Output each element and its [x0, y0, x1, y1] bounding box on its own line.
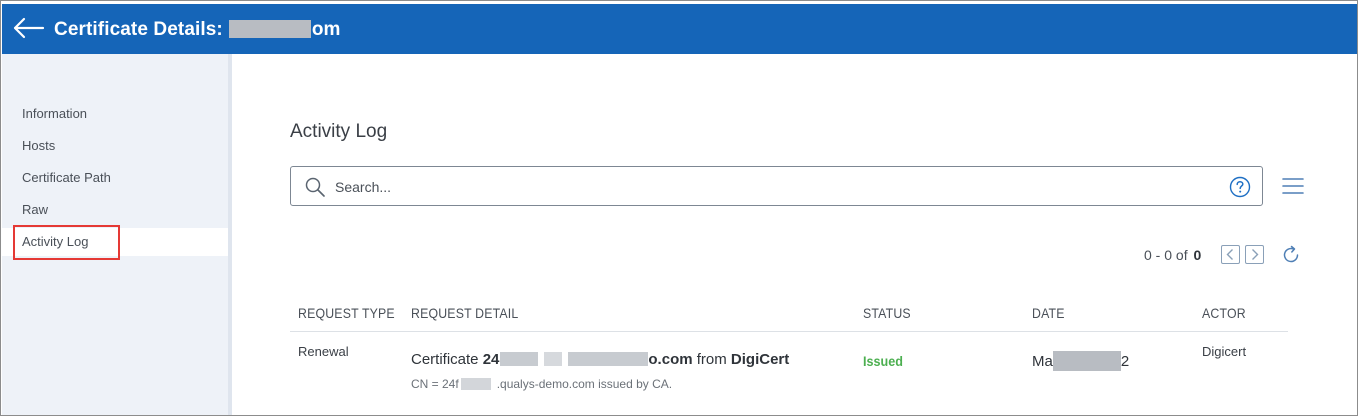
next-page-button[interactable]: [1245, 245, 1264, 264]
detail-prefix: Certificate: [411, 351, 479, 368]
redacted-block: [500, 352, 539, 366]
column-header-status[interactable]: STATUS: [863, 305, 911, 321]
sidebar-divider: [228, 54, 232, 415]
redacted-block: [460, 378, 491, 390]
title-prefix: Certificate Details:: [54, 19, 223, 40]
section-title: Activity Log: [290, 121, 388, 142]
redacted-block: [544, 352, 563, 366]
column-header-date[interactable]: DATE: [1032, 305, 1065, 321]
table-header-divider: [290, 331, 1288, 332]
date-start: Ma: [1032, 353, 1053, 370]
redacted-block: [1052, 351, 1121, 371]
detail-sub-prefix: CN = 24f: [411, 377, 459, 391]
chevron-left-icon: [1226, 249, 1233, 260]
search-icon: [305, 177, 325, 197]
detail-domain-end: o.com: [648, 351, 693, 368]
title-suffix: om: [311, 19, 341, 40]
search-input[interactable]: [335, 176, 1215, 198]
pager-range: 0 - 0 of: [1144, 247, 1188, 263]
search-box: [290, 166, 1263, 206]
sidebar-item-information[interactable]: Information: [2, 100, 228, 128]
date-end: 2: [1120, 353, 1130, 370]
redacted-block: [568, 352, 649, 366]
detail-sub-suffix: .qualys-demo.com issued by CA.: [496, 377, 673, 391]
back-button[interactable]: [12, 16, 46, 42]
pager-total: 0: [1193, 247, 1202, 263]
request-detail-cell: Certificate 24 o.com from DigiCert: [411, 351, 789, 368]
sidebar-item-certificate-path[interactable]: Certificate Path: [2, 164, 228, 192]
page-title: Certificate Details: om: [54, 19, 341, 41]
column-header-request-detail[interactable]: REQUEST DETAIL: [411, 305, 518, 321]
help-icon[interactable]: [1229, 176, 1251, 198]
chevron-right-icon: [1252, 249, 1259, 260]
actor-cell: Digicert: [1202, 344, 1247, 359]
request-detail-subtext: CN = 24f .qualys-demo.com issued by CA.: [411, 377, 672, 391]
date-cell: Ma 2: [1032, 351, 1129, 371]
hamburger-menu-icon[interactable]: [1282, 177, 1304, 195]
highlight-box: [13, 225, 120, 260]
column-header-actor[interactable]: ACTOR: [1202, 305, 1246, 321]
status-badge: Issued: [863, 353, 903, 369]
column-header-request-type[interactable]: REQUEST TYPE: [298, 305, 395, 321]
detail-id-start: 24: [482, 351, 500, 368]
back-arrow-icon: [13, 17, 45, 39]
detail-ca: DigiCert: [730, 351, 790, 368]
redacted-block: [228, 20, 311, 38]
refresh-icon[interactable]: [1280, 244, 1302, 266]
pagination-info: 0 - 0 of 0: [1144, 244, 1201, 266]
page-header: Certificate Details: om: [2, 4, 1357, 54]
request-type-cell: Renewal: [298, 344, 349, 359]
sidebar-item-hosts[interactable]: Hosts: [2, 132, 228, 160]
app-frame: Certificate Details: om Information Hosts…: [0, 0, 1358, 416]
sidebar-item-raw[interactable]: Raw: [2, 196, 228, 224]
detail-from: from: [696, 351, 727, 368]
previous-page-button[interactable]: [1221, 245, 1240, 264]
